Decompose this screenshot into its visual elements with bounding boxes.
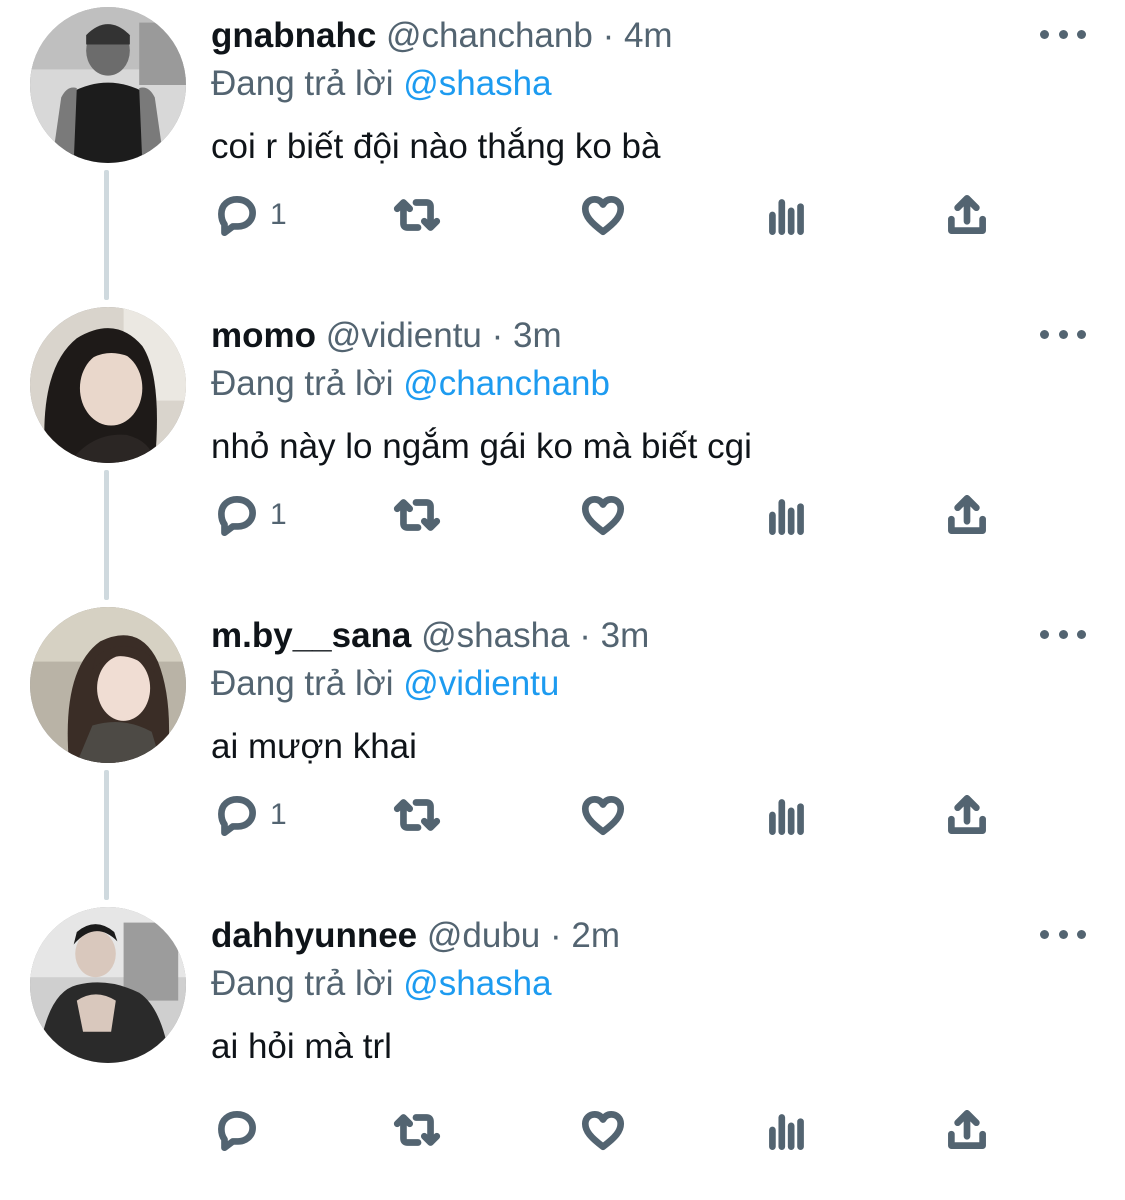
replying-to-label: Đang trả lời bbox=[211, 964, 394, 1003]
tweet-text: ai hỏi mà trl bbox=[211, 1027, 392, 1066]
views-button[interactable] bbox=[762, 185, 812, 245]
handle[interactable]: @vidientu bbox=[326, 316, 482, 355]
tweet-header: m.by__sana @shasha · 3m bbox=[211, 614, 649, 658]
like-icon bbox=[581, 196, 625, 236]
tweet[interactable]: gnabnahc @chanchanb · 4m Đang trả lời @s… bbox=[0, 0, 1125, 300]
retweet-icon bbox=[393, 799, 441, 831]
timestamp[interactable]: 4m bbox=[624, 16, 673, 55]
retweet-icon bbox=[393, 1114, 441, 1146]
mention-link[interactable]: @vidientu bbox=[403, 664, 559, 703]
like-icon bbox=[581, 796, 625, 835]
share-button[interactable] bbox=[942, 185, 992, 245]
more-icon[interactable] bbox=[1040, 22, 1086, 46]
avatar[interactable] bbox=[30, 907, 186, 1063]
replying-to-label: Đang trả lời bbox=[211, 64, 394, 103]
action-bar bbox=[0, 1100, 1125, 1160]
display-name[interactable]: momo bbox=[211, 316, 316, 355]
more-icon[interactable] bbox=[1040, 622, 1086, 646]
timestamp[interactable]: 3m bbox=[601, 616, 650, 655]
reply-icon bbox=[218, 796, 256, 837]
views-icon bbox=[769, 199, 804, 236]
tweet[interactable]: m.by__sana @shasha · 3m Đang trả lời @vi… bbox=[0, 600, 1125, 900]
replying-to: Đang trả lời @chanchanb bbox=[211, 362, 610, 406]
retweet-button[interactable] bbox=[392, 1100, 442, 1160]
mention-link[interactable]: @shasha bbox=[403, 64, 551, 103]
retweet-button[interactable] bbox=[392, 485, 442, 545]
tweet-text: coi r biết đội nào thắng ko bà bbox=[211, 127, 661, 166]
retweet-icon bbox=[393, 199, 441, 231]
reply-button[interactable]: 1 bbox=[212, 785, 287, 845]
views-button[interactable] bbox=[762, 785, 812, 845]
reply-button[interactable]: 1 bbox=[212, 185, 287, 245]
mention-link[interactable]: @chanchanb bbox=[403, 364, 610, 403]
separator: · bbox=[602, 16, 615, 55]
separator: · bbox=[491, 316, 504, 355]
reply-button[interactable]: 1 bbox=[212, 485, 287, 545]
action-bar: 1 bbox=[0, 785, 1125, 845]
tweet-text: nhỏ này lo ngắm gái ko mà biết cgi bbox=[211, 427, 752, 466]
handle[interactable]: @chanchanb bbox=[386, 16, 593, 55]
retweet-button[interactable] bbox=[392, 185, 442, 245]
views-icon bbox=[769, 499, 804, 535]
like-button[interactable] bbox=[578, 485, 628, 545]
avatar-photo bbox=[30, 7, 186, 163]
share-icon bbox=[948, 795, 986, 834]
retweet-button[interactable] bbox=[392, 785, 442, 845]
display-name[interactable]: gnabnahc bbox=[211, 16, 376, 55]
replying-to: Đang trả lời @shasha bbox=[211, 962, 552, 1006]
views-icon bbox=[769, 1114, 804, 1150]
share-icon bbox=[948, 1110, 986, 1149]
avatar[interactable] bbox=[30, 7, 186, 163]
avatar-photo bbox=[30, 307, 186, 463]
action-bar: 1 bbox=[0, 485, 1125, 545]
views-button[interactable] bbox=[762, 485, 812, 545]
like-icon bbox=[581, 496, 625, 535]
reply-count: 1 bbox=[270, 198, 287, 231]
replying-to-label: Đang trả lời bbox=[211, 364, 394, 403]
share-icon bbox=[948, 495, 986, 534]
avatar[interactable] bbox=[30, 607, 186, 763]
share-button[interactable] bbox=[942, 1100, 992, 1160]
reply-button[interactable] bbox=[212, 1100, 270, 1160]
separator: · bbox=[550, 916, 562, 955]
tweet-header: dahhyunnee @dubu · 2m bbox=[211, 914, 620, 958]
retweet-icon bbox=[393, 499, 441, 531]
like-icon bbox=[581, 1111, 625, 1150]
share-icon bbox=[948, 195, 986, 234]
tweet-text: ai mượn khai bbox=[211, 727, 417, 766]
tweet[interactable]: dahhyunnee @dubu · 2m Đang trả lời @shas… bbox=[0, 900, 1125, 1200]
handle[interactable]: @dubu bbox=[427, 916, 540, 955]
replying-to: Đang trả lời @vidientu bbox=[211, 662, 559, 706]
separator: · bbox=[579, 616, 591, 655]
replying-to: Đang trả lời @shasha bbox=[211, 62, 552, 106]
views-icon bbox=[769, 799, 804, 835]
reply-icon bbox=[218, 496, 256, 537]
like-button[interactable] bbox=[578, 785, 628, 845]
like-button[interactable] bbox=[578, 1100, 628, 1160]
share-button[interactable] bbox=[942, 485, 992, 545]
timestamp[interactable]: 3m bbox=[513, 316, 562, 355]
handle[interactable]: @shasha bbox=[421, 616, 569, 655]
mention-link[interactable]: @shasha bbox=[403, 964, 551, 1003]
reply-icon bbox=[218, 1111, 256, 1152]
tweet[interactable]: momo @vidientu · 3m Đang trả lời @chanch… bbox=[0, 300, 1125, 600]
action-bar: 1 bbox=[0, 185, 1125, 245]
tweet-header: momo @vidientu · 3m bbox=[211, 314, 562, 358]
avatar[interactable] bbox=[30, 307, 186, 463]
timestamp[interactable]: 2m bbox=[571, 916, 620, 955]
tweet-header: gnabnahc @chanchanb · 4m bbox=[211, 14, 673, 58]
reply-count: 1 bbox=[270, 798, 287, 831]
like-button[interactable] bbox=[578, 185, 628, 245]
avatar-photo bbox=[30, 607, 186, 763]
reply-count: 1 bbox=[270, 498, 287, 531]
display-name[interactable]: m.by__sana bbox=[211, 616, 411, 655]
views-button[interactable] bbox=[762, 1100, 812, 1160]
display-name[interactable]: dahhyunnee bbox=[211, 916, 417, 955]
share-button[interactable] bbox=[942, 785, 992, 845]
replying-to-label: Đang trả lời bbox=[211, 664, 394, 703]
more-icon[interactable] bbox=[1040, 322, 1086, 346]
reply-icon bbox=[218, 196, 256, 237]
more-icon[interactable] bbox=[1040, 922, 1086, 946]
avatar-photo bbox=[30, 907, 186, 1063]
